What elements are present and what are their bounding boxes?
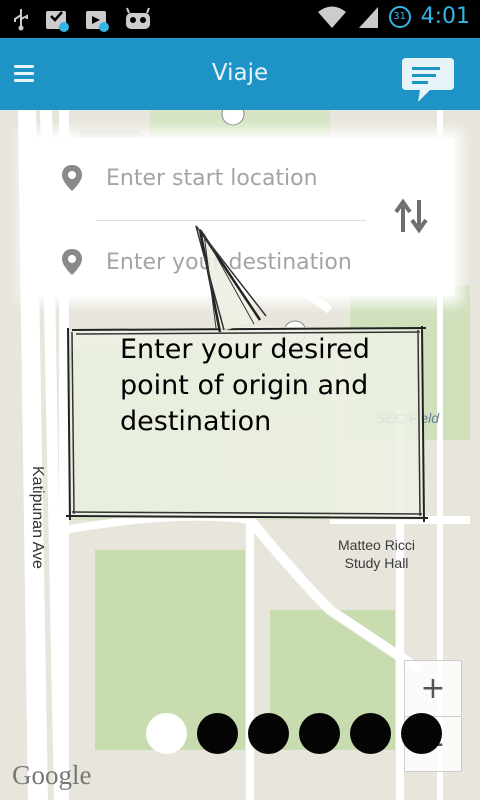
input-divider [96, 220, 366, 221]
location-pin-icon [62, 165, 82, 191]
street-label: Katipunan Ave [29, 466, 46, 569]
start-location-row [28, 138, 388, 218]
download-icon [86, 11, 109, 32]
page-dot[interactable] [299, 713, 340, 754]
zoom-in-button[interactable]: + [405, 661, 461, 716]
signal-icon [358, 6, 378, 28]
chat-icon[interactable] [400, 56, 456, 104]
location-pin-icon [62, 249, 82, 275]
tutorial-pager [146, 713, 442, 754]
poi-label: Matteo Ricci Study Hall [338, 537, 416, 571]
clock: 4:01 [420, 4, 470, 29]
notification-icons [12, 6, 152, 32]
page-dot[interactable] [197, 713, 238, 754]
page-dot[interactable] [401, 713, 442, 754]
usb-icon [14, 9, 28, 31]
callout-pointer [195, 225, 267, 333]
page-dot[interactable] [350, 713, 391, 754]
swap-vertical-icon[interactable] [392, 198, 432, 234]
status-bar: 31 4:01 [0, 0, 480, 38]
wifi-icon [317, 6, 346, 28]
page-dot-active[interactable] [146, 713, 187, 754]
download-icon [46, 11, 69, 32]
action-bar: Viaje [0, 38, 480, 110]
tutorial-message: Enter your desired point of origin and d… [120, 334, 370, 437]
android-icon [126, 7, 150, 29]
map-attribution: Google [12, 760, 92, 790]
page-dot[interactable] [248, 713, 289, 754]
system-icons: 31 4:01 [317, 4, 470, 29]
start-location-input[interactable] [106, 160, 376, 196]
calendar-badge: 31 [388, 5, 411, 28]
